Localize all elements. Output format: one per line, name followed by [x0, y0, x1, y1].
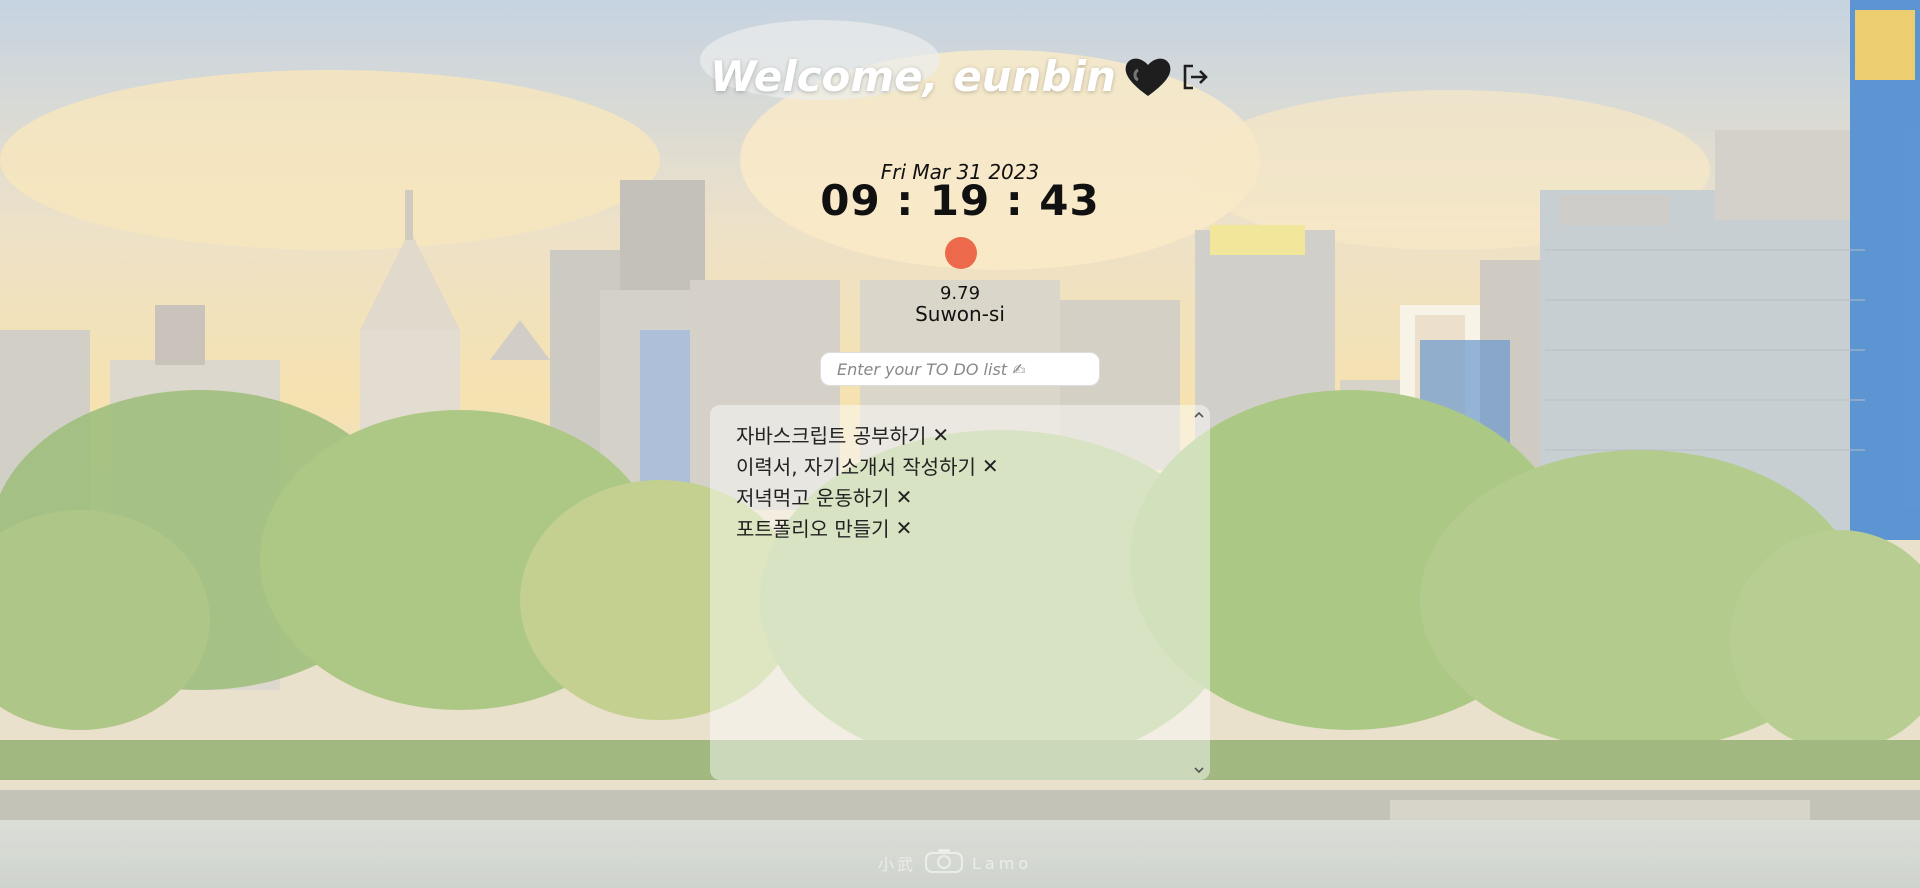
todo-item-text: 포트폴리오 만들기	[736, 517, 890, 541]
watermark-right-text: Lamo	[972, 853, 1033, 873]
delete-todo-button[interactable]: ✕	[932, 423, 949, 447]
todo-item: 이력서, 자기소개서 작성하기 ✕	[736, 450, 1210, 481]
scroll-down-icon[interactable]	[1193, 764, 1205, 776]
camera-icon	[924, 848, 964, 878]
todo-list-panel: 자바스크립트 공부하기 ✕ 이력서, 자기소개서 작성하기 ✕ 저녁먹고 운동하…	[710, 405, 1210, 780]
todo-item: 자바스크립트 공부하기 ✕	[736, 419, 1210, 450]
heart-icon	[1124, 56, 1172, 98]
temperature-text: 9.79	[939, 283, 981, 304]
delete-todo-button[interactable]: ✕	[896, 516, 913, 540]
todo-input[interactable]	[820, 352, 1100, 386]
city-text: Suwon-si	[915, 302, 1005, 326]
delete-todo-button[interactable]: ✕	[896, 485, 913, 509]
logout-icon[interactable]	[1180, 62, 1210, 92]
weather-sun-icon	[945, 237, 977, 269]
scrollbar[interactable]	[1188, 405, 1210, 780]
watermark-left-text: 小武	[878, 855, 917, 874]
todo-list: 자바스크립트 공부하기 ✕ 이력서, 자기소개서 작성하기 ✕ 저녁먹고 운동하…	[710, 405, 1210, 543]
delete-todo-button[interactable]: ✕	[982, 454, 999, 478]
todo-item-text: 이력서, 자기소개서 작성하기	[736, 455, 976, 479]
welcome-header: Welcome, eunbin	[0, 52, 1920, 101]
todo-item: 포트폴리오 만들기 ✕	[736, 512, 1210, 543]
todo-item-text: 저녁먹고 운동하기	[736, 486, 890, 510]
welcome-text: Welcome, eunbin	[710, 52, 1116, 101]
todo-item: 저녁먹고 운동하기 ✕	[736, 481, 1210, 512]
scroll-up-icon[interactable]	[1193, 409, 1205, 421]
photo-watermark: 小武 Lamo	[878, 848, 1048, 878]
clock-time: 09 : 19 : 43	[820, 176, 1100, 225]
todo-item-text: 자바스크립트 공부하기	[736, 424, 927, 448]
